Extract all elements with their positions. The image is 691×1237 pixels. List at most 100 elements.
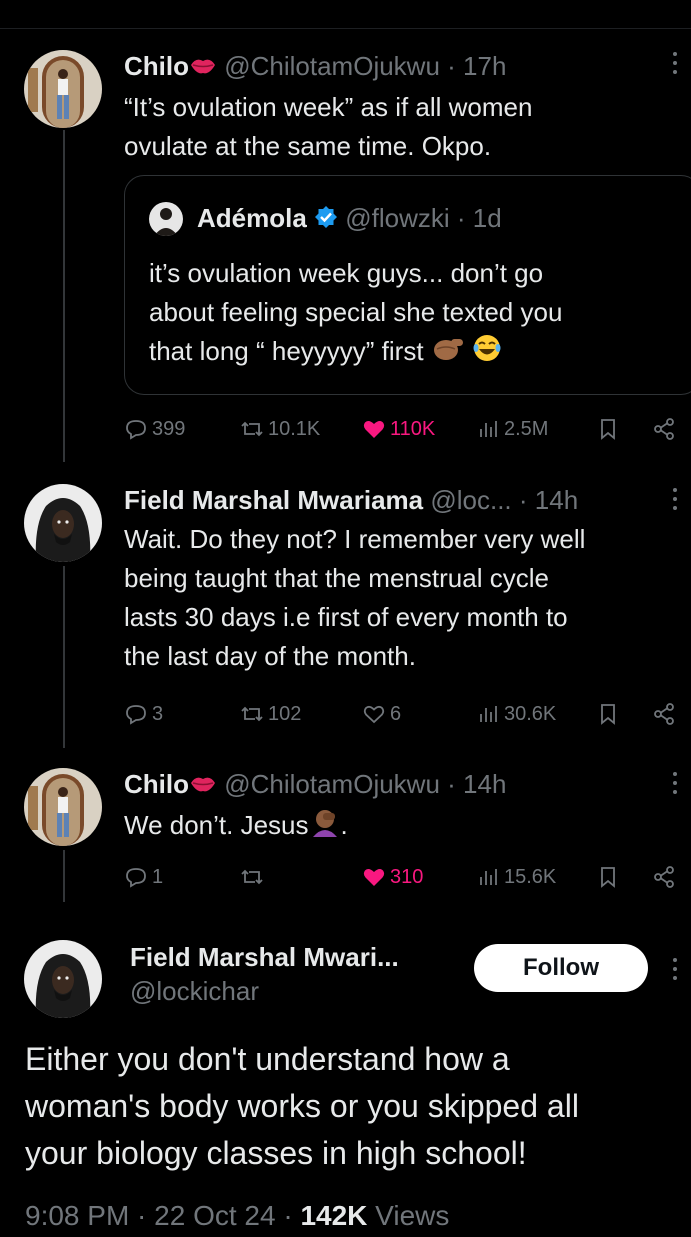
post-timestamp[interactable]: 9:08 PM · 22 Oct 24 · 142K Views — [25, 1200, 449, 1232]
avatar[interactable] — [24, 50, 102, 128]
share-button[interactable] — [652, 417, 676, 441]
bookmark-icon — [601, 419, 615, 440]
bookmark-icon — [601, 867, 615, 888]
heart-filled-icon — [363, 869, 385, 886]
like-count: 6 — [390, 702, 402, 725]
author-name[interactable]: Field Marshal Mwari... — [130, 940, 399, 974]
reply-icon — [126, 705, 146, 725]
views-count: 15.6K — [504, 865, 557, 888]
laughing-face-icon — [472, 333, 502, 374]
reply-icon — [126, 420, 146, 440]
bookmark-button[interactable] — [596, 865, 620, 889]
share-icon — [654, 418, 674, 440]
reply-button[interactable]: 1 — [124, 865, 163, 889]
share-icon — [654, 703, 674, 725]
main-post-text: Either you don't understand how a woman'… — [25, 1041, 579, 1171]
post-time[interactable]: · 14h — [519, 485, 578, 515]
views-count: 2.5M — [504, 417, 549, 440]
timestamp-text: 9:08 PM · 22 Oct 24 · — [25, 1200, 301, 1231]
repost-icon — [241, 706, 263, 722]
views-icon — [480, 421, 497, 437]
post-time[interactable]: · 17h — [447, 51, 506, 81]
reply-count: 399 — [152, 417, 186, 440]
reply-button[interactable]: 399 — [124, 417, 185, 441]
main-post-author[interactable]: Field Marshal Mwari... @lockichar — [130, 940, 399, 1008]
views-button[interactable]: 30.6K — [476, 702, 556, 726]
post-header: Field Marshal Mwariama @loc... · 14h — [124, 484, 671, 516]
post-actions: 3 102 6 30.6K — [124, 699, 677, 729]
thread-line — [63, 850, 65, 902]
quote-header: Adémola @flowzki · 1d — [197, 202, 502, 236]
post-time[interactable]: · 14h — [447, 769, 506, 799]
like-button[interactable]: 6 — [362, 702, 401, 726]
post-actions: 1 310 15.6K — [124, 862, 677, 892]
thread-line — [63, 566, 65, 748]
avatar[interactable] — [24, 940, 102, 1018]
repost-icon — [241, 869, 263, 885]
author-handle[interactable]: @lockichar — [130, 974, 399, 1008]
repost-count: 10.1K — [268, 417, 321, 440]
bookmark-button[interactable] — [596, 417, 620, 441]
repost-icon — [241, 421, 263, 437]
views-icon — [480, 869, 497, 885]
author-handle[interactable]: @loc... — [430, 485, 511, 515]
quoted-post[interactable]: Adémola @flowzki · 1d it’s ovulation wee… — [124, 175, 691, 395]
bookmark-icon — [601, 704, 615, 725]
post-header: Chilo @ChilotamOjukwu · 17h — [124, 50, 671, 84]
post-text: Wait. Do they not? I remember very well … — [124, 524, 586, 671]
avatar[interactable] — [24, 484, 102, 562]
author-handle[interactable]: @ChilotamOjukwu — [224, 51, 440, 81]
follow-button[interactable]: Follow — [474, 944, 648, 992]
hand-pointing-icon — [431, 333, 465, 374]
post-actions: 399 10.1K 110K 2.5M — [124, 414, 677, 444]
quote-text: it’s ovulation week guys... don’t go abo… — [149, 254, 562, 374]
views-count: 30.6K — [504, 702, 557, 725]
avatar[interactable] — [24, 768, 102, 846]
top-divider — [0, 28, 691, 29]
quote-time: · 1d — [456, 203, 502, 233]
share-button[interactable] — [652, 702, 676, 726]
more-options-icon[interactable] — [673, 772, 681, 794]
like-count: 310 — [390, 865, 424, 888]
views-label: Views — [375, 1200, 450, 1231]
like-button[interactable]: 110K — [362, 417, 435, 441]
repost-button[interactable] — [240, 865, 268, 889]
views-button[interactable]: 15.6K — [476, 865, 556, 889]
post[interactable]: Field Marshal Mwariama @loc... · 14h Wai… — [124, 484, 671, 676]
reply-button[interactable]: 3 — [124, 702, 163, 726]
reply-icon — [126, 868, 146, 888]
quote-avatar — [149, 202, 183, 236]
share-button[interactable] — [652, 865, 676, 889]
post-text: We don’t. Jesus. — [124, 806, 671, 848]
author-name[interactable]: Field Marshal Mwariama — [124, 485, 423, 515]
thread-line — [63, 130, 65, 462]
repost-count: 102 — [268, 702, 302, 725]
heart-outline-icon — [363, 705, 385, 724]
like-count: 110K — [390, 417, 436, 440]
reply-count: 1 — [152, 865, 164, 888]
quote-author-handle: @flowzki — [345, 203, 450, 233]
facepalm-icon — [309, 807, 341, 848]
views-button[interactable]: 2.5M — [476, 417, 548, 441]
bookmark-button[interactable] — [596, 702, 620, 726]
more-options-icon[interactable] — [673, 488, 681, 510]
like-button[interactable]: 310 — [362, 865, 423, 889]
kiss-mark-icon — [189, 52, 217, 84]
post[interactable]: Chilo @ChilotamOjukwu · 17h “It’s ovulat… — [124, 50, 671, 166]
heart-filled-icon — [363, 421, 385, 438]
post-text: “It’s ovulation week” as if all women ov… — [124, 92, 533, 162]
reply-count: 3 — [152, 702, 164, 725]
kiss-mark-icon — [189, 770, 217, 802]
more-options-icon[interactable] — [673, 958, 681, 980]
author-name[interactable]: Chilo — [124, 769, 189, 799]
repost-button[interactable]: 10.1K — [240, 417, 320, 441]
share-icon — [654, 866, 674, 888]
views-icon — [480, 706, 497, 722]
author-name[interactable]: Chilo — [124, 51, 189, 81]
post-header: Chilo @ChilotamOjukwu · 14h — [124, 768, 671, 802]
author-handle[interactable]: @ChilotamOjukwu — [224, 769, 440, 799]
more-options-icon[interactable] — [673, 52, 681, 74]
views-total: 142K — [300, 1200, 368, 1231]
repost-button[interactable]: 102 — [240, 702, 301, 726]
post[interactable]: Chilo @ChilotamOjukwu · 14h We don’t. Je… — [124, 768, 671, 848]
